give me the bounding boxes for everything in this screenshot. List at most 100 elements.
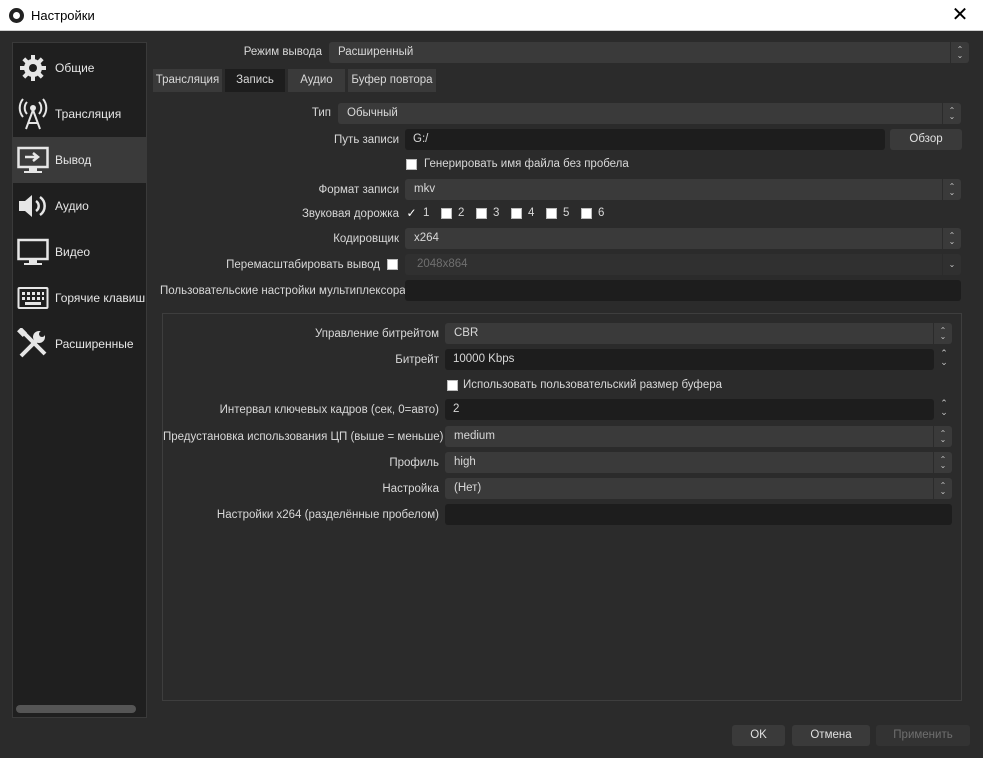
recording-format-value: mkv	[414, 183, 436, 195]
monitor-icon	[16, 235, 50, 269]
tab-audio[interactable]: Аудио	[288, 69, 345, 92]
rescale-checkbox[interactable]	[387, 259, 398, 270]
updown-icon: ⌃ ⌄	[933, 452, 952, 473]
tune-value: (Нет)	[454, 482, 482, 494]
encoder-label: Кодировщик	[333, 233, 399, 245]
apply-button[interactable]: Применить	[876, 725, 970, 746]
spin-arrows-icon[interactable]: ⌃ ⌄	[936, 349, 952, 370]
rescale-select[interactable]: 2048x864 ⌄	[405, 254, 961, 275]
track-3-label: 3	[493, 207, 500, 219]
bitrate-value: 10000 Kbps	[453, 353, 515, 365]
obs-logo-icon	[9, 8, 24, 23]
output-mode-select[interactable]: Расширенный ⌃ ⌄	[329, 42, 969, 63]
window-title: Настройки	[31, 8, 95, 23]
sidebar-item-label: Аудио	[55, 199, 89, 213]
updown-icon: ⌃ ⌄	[933, 426, 952, 447]
encoder-select[interactable]: x264 ⌃ ⌄	[405, 228, 961, 249]
recording-path-input[interactable]: G:/	[405, 129, 885, 150]
rate-control-select[interactable]: CBR ⌃ ⌄	[445, 323, 952, 344]
track-4-label: 4	[528, 207, 535, 219]
preset-label: Предустановка использования ЦП (выше = м…	[163, 431, 444, 443]
tab-recording[interactable]: Запись	[225, 69, 285, 92]
keyframe-label: Интервал ключевых кадров (сек, 0=авто)	[219, 404, 439, 416]
sidebar-item-hotkeys[interactable]: Горячие клавиш	[13, 275, 146, 321]
track-1-label: 1	[423, 207, 430, 219]
speaker-icon	[16, 189, 50, 223]
sidebar-item-output[interactable]: Вывод	[13, 137, 146, 183]
gear-icon	[16, 51, 50, 85]
sidebar-item-label: Трансляция	[55, 107, 122, 121]
track-5-checkbox[interactable]	[546, 208, 557, 219]
encoder-value: x264	[414, 232, 439, 244]
output-mode-value: Расширенный	[338, 46, 414, 58]
track-3-checkbox[interactable]	[476, 208, 487, 219]
chevron-down-icon: ⌄	[942, 254, 961, 275]
audio-track-label: Звуковая дорожка	[301, 208, 399, 220]
sidebar-item-label: Вывод	[55, 153, 92, 167]
path-label: Путь записи	[334, 134, 399, 146]
sidebar-item-video[interactable]: Видео	[13, 229, 146, 275]
rate-control-label: Управление битрейтом	[314, 328, 439, 340]
sidebar-item-label: Видео	[55, 245, 91, 259]
rescale-label: Перемасштабировать вывод	[226, 259, 380, 271]
close-icon[interactable]: ✕	[937, 0, 983, 31]
track-6-checkbox[interactable]	[581, 208, 592, 219]
track-1-checkbox[interactable]: ✓	[406, 207, 417, 219]
sidebar-item-general[interactable]: Общие	[13, 45, 146, 91]
x264-options-label: Настройки x264 (разделённые пробелом)	[216, 509, 439, 521]
updown-icon: ⌃ ⌄	[933, 323, 952, 344]
rate-control-value: CBR	[454, 327, 479, 339]
track-5-label: 5	[563, 207, 570, 219]
custom-buffer-label: Использовать пользовательский размер буф…	[463, 379, 723, 391]
custom-buffer-checkbox[interactable]	[447, 380, 458, 391]
tools-icon	[16, 327, 50, 361]
cpu-preset-select[interactable]: medium ⌃ ⌄	[445, 426, 952, 447]
no-space-checkbox[interactable]	[406, 159, 417, 170]
recording-format-select[interactable]: mkv ⌃ ⌄	[405, 179, 961, 200]
bitrate-label: Битрейт	[395, 354, 439, 366]
keyframe-value: 2	[453, 403, 460, 415]
updown-icon: ⌃ ⌄	[942, 228, 961, 249]
sidebar-item-label: Горячие клавиш	[55, 291, 146, 305]
profile-select[interactable]: high ⌃ ⌄	[445, 452, 952, 473]
sidebar-item-audio[interactable]: Аудио	[13, 183, 146, 229]
encoder-settings-group: Управление битрейтом CBR ⌃ ⌄ Битрейт 1000…	[162, 313, 962, 701]
recording-type-value: Обычный	[347, 107, 398, 119]
ok-button[interactable]: OK	[732, 725, 785, 746]
output-mode-label: Режим вывода	[243, 46, 322, 58]
updown-icon: ⌃ ⌄	[950, 42, 969, 63]
profile-value: high	[454, 456, 476, 468]
antenna-icon	[16, 97, 50, 131]
x264-options-input[interactable]	[445, 504, 952, 525]
sidebar-item-label: Расширенные	[55, 337, 134, 351]
bitrate-input[interactable]: 10000 Kbps ⌃ ⌄	[445, 349, 948, 370]
updown-icon: ⌃ ⌄	[942, 103, 961, 124]
tune-label: Настройка	[382, 483, 439, 495]
profile-label: Профиль	[389, 457, 439, 469]
sidebar-item-stream[interactable]: Трансляция	[13, 91, 146, 137]
keyframe-input[interactable]: 2 ⌃ ⌄	[445, 399, 948, 420]
sidebar-item-label: Общие	[55, 61, 95, 75]
recording-type-select[interactable]: Обычный ⌃ ⌄	[338, 103, 961, 124]
sidebar-item-advanced[interactable]: Расширенные	[13, 321, 146, 367]
settings-sidebar: Общие Трансляция Вывод Аудио Видео Горяч…	[12, 42, 147, 718]
cpu-preset-value: medium	[454, 430, 495, 442]
muxer-label: Пользовательские настройки мультиплексор…	[160, 285, 406, 297]
track-2-checkbox[interactable]	[441, 208, 452, 219]
sidebar-scrollbar[interactable]	[16, 705, 136, 713]
tab-replay-buffer[interactable]: Буфер повтора	[348, 69, 436, 92]
updown-icon: ⌃ ⌄	[933, 478, 952, 499]
muxer-settings-input[interactable]	[405, 280, 961, 301]
keyboard-icon	[16, 281, 50, 315]
tune-select[interactable]: (Нет) ⌃ ⌄	[445, 478, 952, 499]
type-label: Тип	[311, 107, 331, 119]
tab-stream[interactable]: Трансляция	[153, 69, 222, 92]
spin-arrows-icon[interactable]: ⌃ ⌄	[936, 399, 952, 420]
format-label: Формат записи	[318, 184, 399, 196]
title-bar: Настройки ✕	[0, 0, 983, 31]
track-4-checkbox[interactable]	[511, 208, 522, 219]
no-space-label: Генерировать имя файла без пробела	[424, 158, 629, 170]
updown-icon: ⌃ ⌄	[942, 179, 961, 200]
browse-button[interactable]: Обзор	[890, 129, 962, 150]
cancel-button[interactable]: Отмена	[792, 725, 870, 746]
